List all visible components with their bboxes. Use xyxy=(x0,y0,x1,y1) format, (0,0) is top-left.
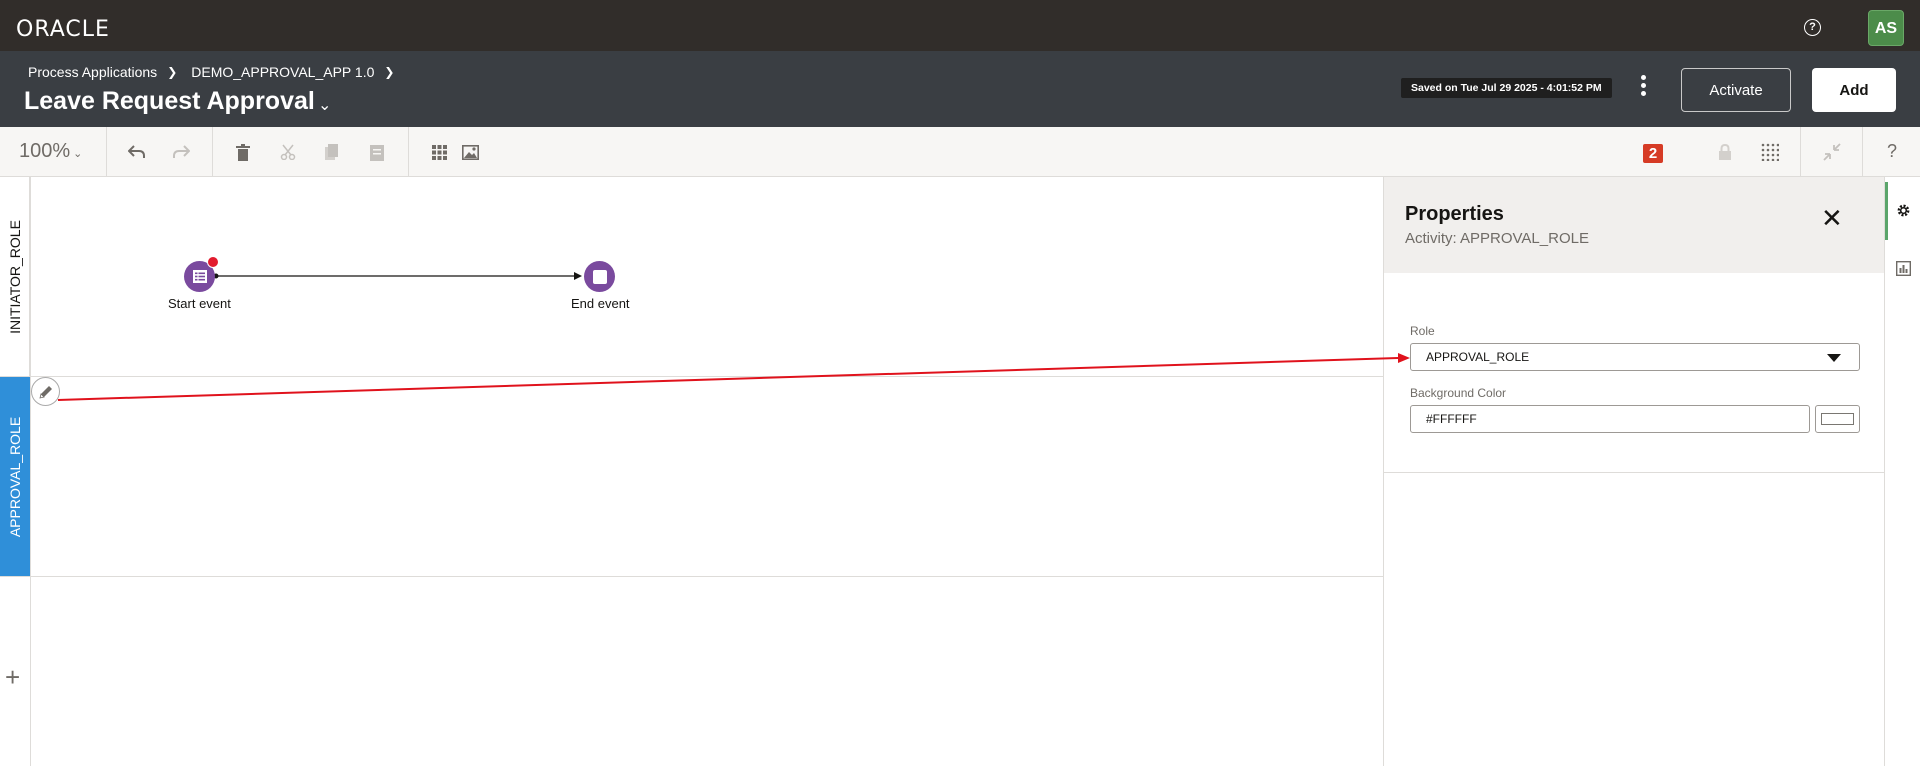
role-value: APPROVAL_ROLE xyxy=(1426,350,1530,364)
chevron-down-icon: ⌄ xyxy=(73,148,83,160)
undo-icon[interactable] xyxy=(126,141,148,163)
close-icon[interactable]: ✕ xyxy=(1821,205,1843,231)
breadcrumb: Process Applications ❯ DEMO_APPROVAL_APP… xyxy=(28,64,408,80)
lane-area[interactable] xyxy=(30,377,1383,576)
app-header: Process Applications ❯ DEMO_APPROVAL_APP… xyxy=(0,51,1920,127)
page-title: Leave Request Approval xyxy=(24,87,315,115)
grid-icon[interactable] xyxy=(428,141,450,163)
end-event-label: End event xyxy=(571,296,630,311)
stop-icon xyxy=(592,269,607,284)
cut-icon xyxy=(277,141,299,163)
lock-icon xyxy=(1714,141,1736,163)
collapse-icon xyxy=(1821,141,1843,163)
copy-icon xyxy=(321,141,343,163)
toolbar-divider xyxy=(408,127,409,177)
toolbar-divider xyxy=(1862,127,1863,177)
form-icon xyxy=(192,270,207,283)
image-icon[interactable] xyxy=(459,141,481,163)
activate-button[interactable]: Activate xyxy=(1681,68,1791,112)
breadcrumb-app[interactable]: DEMO_APPROVAL_APP 1.0 xyxy=(191,64,374,80)
properties-subtitle: Activity: APPROVAL_ROLE xyxy=(1405,230,1589,247)
bg-color-label: Background Color xyxy=(1410,386,1507,400)
dropdown-arrow-icon xyxy=(1827,354,1841,362)
error-count-badge[interactable]: 2 xyxy=(1643,144,1663,163)
saved-status: Saved on Tue Jul 29 2025 - 4:01:52 PM xyxy=(1401,78,1612,98)
lane-label[interactable]: APPROVAL_ROLE xyxy=(0,377,30,576)
delete-icon[interactable] xyxy=(232,141,254,163)
add-button[interactable]: Add xyxy=(1812,68,1896,112)
breadcrumb-process-applications[interactable]: Process Applications xyxy=(28,64,157,80)
right-rail xyxy=(1884,177,1920,766)
chevron-down-icon[interactable]: ⌄ xyxy=(318,95,331,115)
lane-name: APPROVAL_ROLE xyxy=(7,416,23,537)
dots-grid-icon[interactable] xyxy=(1759,141,1781,163)
start-event-label: Start event xyxy=(168,296,231,311)
paste-icon xyxy=(366,141,388,163)
properties-header: Properties Activity: APPROVAL_ROLE ✕ xyxy=(1384,177,1884,273)
oracle-logo: ORACLE xyxy=(16,17,110,42)
top-bar: ORACLE ? AS xyxy=(0,0,1920,51)
redo-icon xyxy=(170,141,192,163)
toolbar-divider xyxy=(1800,127,1801,177)
role-label: Role xyxy=(1410,324,1435,338)
error-indicator-dot xyxy=(207,256,219,268)
swimlane-approval[interactable]: APPROVAL_ROLE xyxy=(0,377,1383,577)
active-tab-indicator xyxy=(1885,182,1888,240)
chevron-right-icon: ❯ xyxy=(384,65,395,79)
end-event[interactable] xyxy=(584,261,615,292)
help-button[interactable]: ? xyxy=(1887,141,1897,162)
chevron-right-icon: ❯ xyxy=(167,65,178,79)
toolbar-divider xyxy=(106,127,107,177)
color-picker-swatch[interactable] xyxy=(1815,405,1860,433)
zoom-value: 100% xyxy=(19,140,71,162)
role-select[interactable]: APPROVAL_ROLE xyxy=(1410,343,1860,371)
properties-title: Properties xyxy=(1405,203,1504,225)
zoom-select[interactable]: 100% ⌄ xyxy=(19,140,82,163)
process-canvas[interactable]: INITIATOR_ROLE APPROVAL_ROLE + Start eve… xyxy=(0,177,1383,766)
more-options-icon[interactable] xyxy=(1636,75,1650,101)
report-icon[interactable] xyxy=(1894,259,1912,277)
add-lane-button[interactable]: + xyxy=(5,662,20,693)
toolbar-divider xyxy=(212,127,213,177)
properties-divider xyxy=(1384,472,1884,473)
gear-icon[interactable] xyxy=(1894,201,1912,219)
properties-panel: Properties Activity: APPROVAL_ROLE ✕ Rol… xyxy=(1383,177,1884,766)
bg-color-input[interactable]: #FFFFFF xyxy=(1410,405,1810,433)
avatar[interactable]: AS xyxy=(1868,10,1904,46)
editor-toolbar: 100% ⌄ 2 ? xyxy=(0,127,1920,177)
help-icon[interactable]: ? xyxy=(1804,19,1821,36)
edit-lane-icon[interactable] xyxy=(31,377,60,406)
